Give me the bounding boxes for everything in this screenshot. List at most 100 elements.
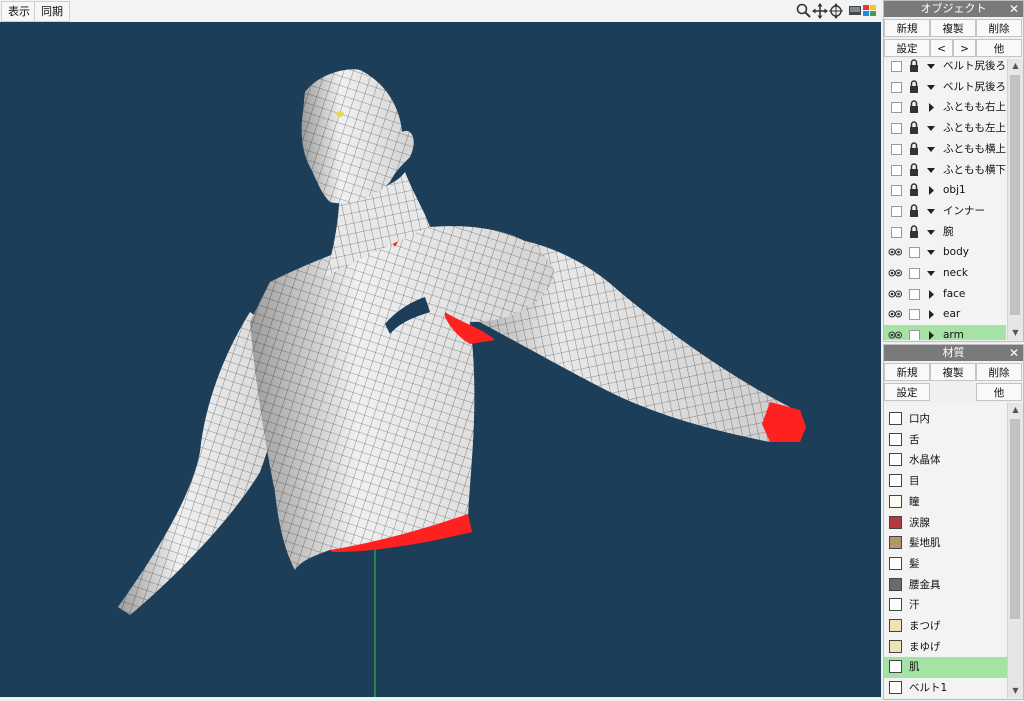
object-row[interactable]: ふともも左上後 [884,118,1006,139]
object-row[interactable]: arm [884,325,1006,340]
eye-icon[interactable] [888,284,902,305]
material-other-button[interactable]: 他 [976,383,1022,401]
material-row[interactable]: 口内 [884,409,1007,430]
expand-down-icon[interactable] [926,263,936,284]
zoom-icon[interactable] [796,3,812,19]
object-row[interactable]: ふともも横上 [884,139,1006,160]
expand-down-icon[interactable] [926,160,936,181]
lock-checkbox[interactable] [909,309,920,321]
visibility-checkbox[interactable] [891,81,902,93]
expand-down-icon[interactable] [926,59,936,77]
expand-right-icon[interactable] [926,304,936,325]
object-row[interactable]: face [884,284,1006,305]
eye-icon[interactable] [888,304,902,325]
visibility-checkbox[interactable] [891,185,902,197]
object-next-button[interactable]: > [953,39,976,57]
material-new-button[interactable]: 新規 [884,363,930,381]
lock-checkbox[interactable] [909,330,920,340]
material-row[interactable]: 舌 [884,430,1007,451]
lock-icon[interactable] [909,97,919,118]
object-row[interactable]: ear [884,304,1006,325]
object-row[interactable]: body [884,242,1006,263]
eye-icon[interactable] [888,263,902,284]
material-row[interactable]: まゆげ [884,637,1007,658]
visibility-checkbox[interactable] [891,164,902,176]
expand-down-icon[interactable] [926,118,936,139]
lock-icon[interactable] [909,201,919,222]
object-duplicate-button[interactable]: 複製 [930,19,976,37]
object-row[interactable]: ベルト尻後ろ連 [884,77,1006,98]
material-row[interactable]: 涙腺 [884,513,1007,534]
lock-icon[interactable] [909,77,919,98]
material-row[interactable]: 水晶体 [884,450,1007,471]
material-row[interactable]: ベルト1 [884,678,1007,698]
eye-icon[interactable] [888,325,902,340]
material-scrollbar[interactable]: ▲ ▼ [1007,403,1023,698]
material-row[interactable]: 目 [884,471,1007,492]
eye-icon[interactable] [888,242,902,263]
object-row[interactable]: インナー [884,201,1006,222]
object-delete-button[interactable]: 削除 [976,19,1022,37]
visibility-checkbox[interactable] [891,205,902,217]
expand-down-icon[interactable] [926,201,936,222]
lock-icon[interactable] [909,222,919,243]
material-swatch [889,556,902,570]
material-settings-button[interactable]: 設定 [884,383,930,401]
expand-right-icon[interactable] [926,180,936,201]
lock-icon[interactable] [909,118,919,139]
material-delete-button[interactable]: 削除 [976,363,1022,381]
material-row[interactable]: 汗 [884,595,1007,616]
object-row[interactable]: neck [884,263,1006,284]
material-panel-close-icon[interactable]: ✕ [1008,345,1020,361]
object-settings-button[interactable]: 設定 [884,39,930,57]
material-row[interactable]: まつげ [884,616,1007,637]
object-row[interactable]: 腕 [884,222,1006,243]
scroll-down-icon[interactable]: ▼ [1008,326,1023,340]
expand-right-icon[interactable] [926,97,936,118]
menu-display[interactable]: 表示 [1,1,37,22]
lock-checkbox[interactable] [909,288,920,300]
expand-right-icon[interactable] [926,325,936,340]
visibility-checkbox[interactable] [891,102,902,114]
lock-icon[interactable] [909,180,919,201]
object-new-button[interactable]: 新規 [884,19,930,37]
rotate-icon[interactable] [828,3,844,19]
scroll-down-icon[interactable]: ▼ [1008,684,1023,698]
expand-right-icon[interactable] [926,284,936,305]
object-panel-close-icon[interactable]: ✕ [1008,1,1020,17]
3d-viewport[interactable] [0,22,881,697]
expand-down-icon[interactable] [926,77,936,98]
object-scrollbar[interactable]: ▲ ▼ [1007,59,1023,340]
visibility-checkbox[interactable] [891,143,902,155]
menu-sync[interactable]: 同期 [34,1,70,22]
object-other-button[interactable]: 他 [976,39,1022,57]
expand-down-icon[interactable] [926,242,936,263]
screen-icon[interactable] [848,3,878,19]
object-prev-button[interactable]: < [930,39,953,57]
material-row[interactable]: 肌 [884,657,1007,679]
lock-icon[interactable] [909,59,919,77]
expand-down-icon[interactable] [926,222,936,243]
material-row[interactable]: 髪地肌 [884,533,1007,554]
expand-down-icon[interactable] [926,139,936,160]
material-row[interactable]: 瞳 [884,492,1007,513]
lock-icon[interactable] [909,139,919,160]
visibility-checkbox[interactable] [891,226,902,238]
lock-icon[interactable] [909,160,919,181]
material-row[interactable]: 髪 [884,554,1007,575]
scroll-up-icon[interactable]: ▲ [1008,403,1023,417]
visibility-checkbox[interactable] [891,123,902,135]
material-duplicate-button[interactable]: 複製 [930,363,976,381]
scroll-thumb[interactable] [1010,75,1020,315]
scroll-up-icon[interactable]: ▲ [1008,59,1023,73]
scroll-thumb[interactable] [1010,419,1020,619]
object-row[interactable]: obj1 [884,180,1006,201]
lock-checkbox[interactable] [909,247,920,259]
object-row[interactable]: ふともも右上前 [884,97,1006,118]
lock-checkbox[interactable] [909,268,920,279]
move-icon[interactable] [812,3,828,19]
material-row[interactable]: 腰金具 [884,575,1007,596]
object-row[interactable]: ベルト尻後ろ上 [884,59,1006,77]
object-row[interactable]: ふともも横下 [884,160,1006,181]
visibility-checkbox[interactable] [891,61,902,72]
